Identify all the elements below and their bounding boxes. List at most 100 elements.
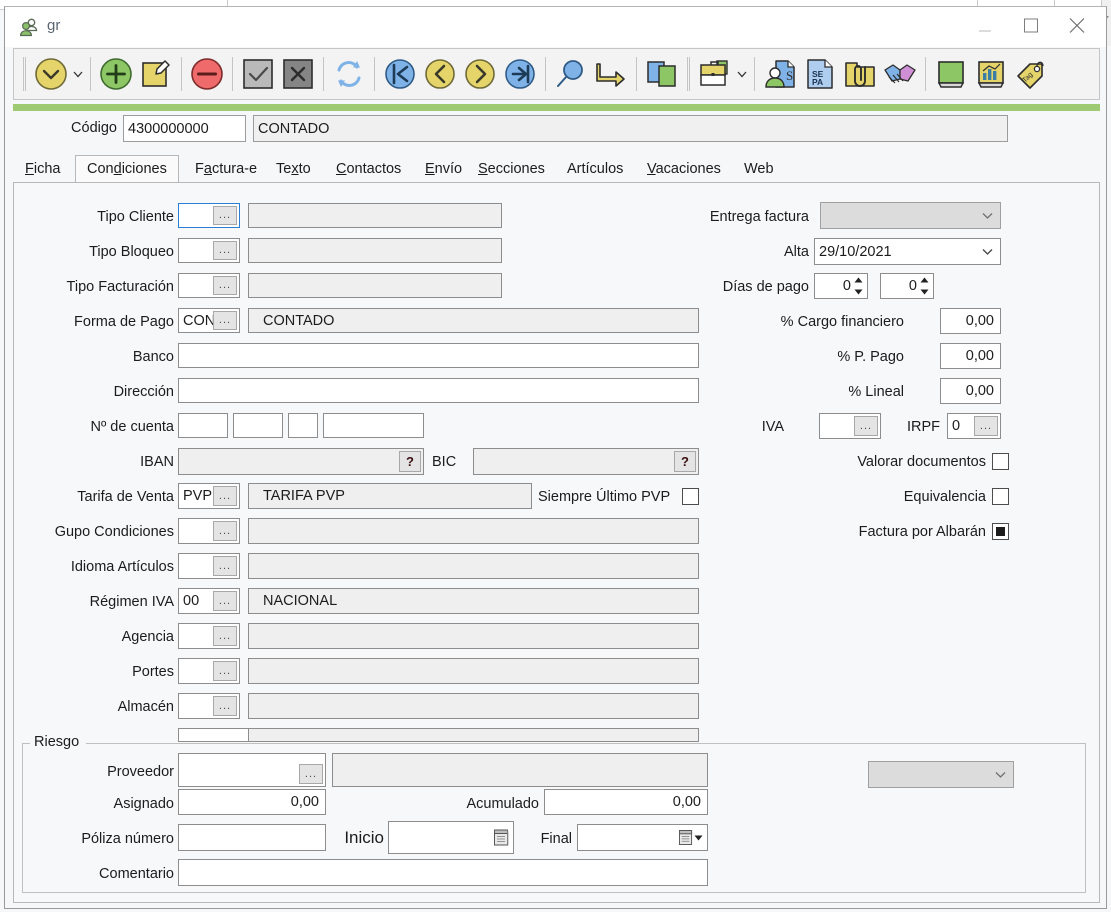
tab-vacaciones[interactable]: Vacaciones	[635, 155, 733, 183]
irpf-code[interactable]: 0 ...	[947, 413, 1001, 439]
gupo-condiciones-browse-button[interactable]: ...	[213, 521, 237, 541]
tarifa-venta-browse-button[interactable]: ...	[213, 486, 237, 506]
entrega-factura-combo[interactable]	[820, 202, 1001, 229]
spinner-down-icon[interactable]	[920, 289, 929, 295]
briefcase-button[interactable]	[695, 52, 735, 96]
tipo-bloqueo-code[interactable]: ...	[178, 238, 240, 263]
contact-document-button[interactable]: S	[760, 52, 800, 96]
next-record-button[interactable]	[460, 52, 500, 96]
iva-code[interactable]: ...	[819, 413, 881, 439]
tipo-facturacion-code[interactable]: ...	[178, 273, 240, 298]
tipo-cliente-code[interactable]: ...	[178, 203, 240, 228]
dropdown-menu-button[interactable]	[31, 52, 71, 96]
cuenta-part-2[interactable]	[233, 413, 283, 438]
tipo-bloqueo-browse-button[interactable]: ...	[213, 241, 237, 260]
accept-button[interactable]	[238, 52, 278, 96]
first-record-button[interactable]	[380, 52, 420, 96]
agreements-button[interactable]	[880, 52, 920, 96]
tab-ficha[interactable]: Ficha	[13, 155, 72, 183]
poliza-numero-input[interactable]	[178, 824, 326, 851]
caret-button[interactable]	[71, 52, 85, 96]
spinner-arrows[interactable]	[853, 277, 864, 295]
idioma-articulos-code[interactable]: ...	[178, 553, 240, 579]
acumulado-input[interactable]: 0,00	[544, 789, 708, 815]
tipo-cliente-browse-button[interactable]: ...	[213, 206, 237, 225]
tab-contactos[interactable]: Contactos	[324, 155, 413, 183]
bic-input[interactable]: ?	[473, 448, 699, 475]
agencia-code[interactable]: ...	[178, 623, 240, 649]
cargo-financiero-input[interactable]: 0,00	[940, 308, 1001, 334]
tags-button[interactable]: Tag	[1011, 52, 1051, 96]
tab-envio[interactable]: Envío	[413, 155, 474, 183]
almacen-code[interactable]: ...	[178, 693, 240, 719]
agencia-browse-button[interactable]: ...	[213, 626, 237, 646]
tab-articulos[interactable]: Artículos	[555, 155, 635, 183]
tab-factura-e[interactable]: Factura-e	[183, 155, 269, 183]
asignado-input[interactable]: 0,00	[178, 789, 326, 815]
dias-de-pago-spinner-2[interactable]: 0	[880, 273, 934, 299]
briefcase-caret-button[interactable]	[735, 52, 749, 96]
portes-browse-button[interactable]: ...	[213, 661, 237, 681]
spinner-up-icon[interactable]	[854, 277, 863, 283]
inicio-date-picker[interactable]	[388, 821, 514, 854]
sepa-button[interactable]: SE PA	[800, 52, 840, 96]
tab-texto[interactable]: Texto	[264, 155, 323, 183]
spinner-arrows[interactable]	[919, 277, 930, 295]
attachments-button[interactable]	[840, 52, 880, 96]
regimen-iva-browse-button[interactable]: ...	[213, 591, 237, 611]
proveedor-code[interactable]: ...	[178, 753, 326, 787]
tab-condiciones[interactable]: Condiciones	[75, 155, 179, 183]
close-button[interactable]	[1054, 7, 1100, 47]
iban-help-button[interactable]: ?	[399, 451, 421, 472]
delete-button[interactable]	[187, 52, 227, 96]
dias-de-pago-spinner-1[interactable]: 0	[814, 273, 868, 299]
idioma-articulos-browse-button[interactable]: ...	[213, 556, 237, 576]
tab-secciones[interactable]: Secciones	[466, 155, 557, 183]
almacen-browse-button[interactable]: ...	[213, 696, 237, 716]
tarifa-venta-code[interactable]: PVP ...	[178, 483, 240, 509]
last-record-button[interactable]	[500, 52, 540, 96]
riesgo-bottom-combo[interactable]	[868, 761, 1014, 788]
add-button[interactable]	[96, 52, 136, 96]
calendar-icon[interactable]	[494, 829, 509, 846]
cuenta-part-1[interactable]	[178, 413, 228, 438]
refresh-button[interactable]	[329, 52, 369, 96]
iva-browse-button[interactable]: ...	[854, 416, 878, 436]
cuenta-part-3[interactable]	[288, 413, 318, 438]
gupo-condiciones-code[interactable]: ...	[178, 518, 240, 544]
p-pago-input[interactable]: 0,00	[940, 343, 1001, 369]
irpf-browse-button[interactable]: ...	[974, 416, 998, 436]
direccion-input[interactable]	[178, 378, 699, 403]
maximize-button[interactable]	[1008, 7, 1054, 47]
final-date-picker[interactable]	[577, 824, 708, 851]
iban-input[interactable]: ?	[178, 448, 424, 475]
comentario-input[interactable]	[178, 859, 708, 886]
tab-web[interactable]: Web	[732, 155, 786, 183]
chevron-down-icon[interactable]	[694, 835, 703, 841]
minimize-button[interactable]	[962, 7, 1008, 47]
equivalencia-checkbox[interactable]	[992, 488, 1009, 505]
ledger-button[interactable]	[931, 52, 971, 96]
search-button[interactable]	[551, 52, 591, 96]
cancel-button[interactable]	[278, 52, 318, 96]
siempre-ultimo-pvp-checkbox[interactable]	[682, 488, 699, 505]
forma-de-pago-browse-button[interactable]: ...	[213, 311, 237, 330]
edit-button[interactable]	[136, 52, 176, 96]
calendar-icon[interactable]	[679, 829, 693, 846]
goto-button[interactable]	[591, 52, 631, 96]
codigo-name-input[interactable]	[253, 115, 1008, 142]
copy-button[interactable]	[642, 52, 682, 96]
spinner-down-icon[interactable]	[854, 289, 863, 295]
codigo-input[interactable]	[123, 115, 246, 142]
portes-code[interactable]: ...	[178, 658, 240, 684]
forma-de-pago-code[interactable]: CON ...	[178, 308, 240, 333]
alta-date-picker[interactable]: 29/10/2021	[814, 238, 1001, 265]
bic-help-button[interactable]: ?	[674, 451, 696, 472]
factura-por-albaran-checkbox[interactable]	[992, 523, 1009, 540]
lineal-input[interactable]: 0,00	[940, 378, 1001, 404]
spinner-up-icon[interactable]	[920, 277, 929, 283]
statistics-button[interactable]	[971, 52, 1011, 96]
regimen-iva-code[interactable]: 00 ...	[178, 588, 240, 614]
valorar-documentos-checkbox[interactable]	[992, 453, 1009, 470]
tipo-facturacion-browse-button[interactable]: ...	[213, 276, 237, 295]
